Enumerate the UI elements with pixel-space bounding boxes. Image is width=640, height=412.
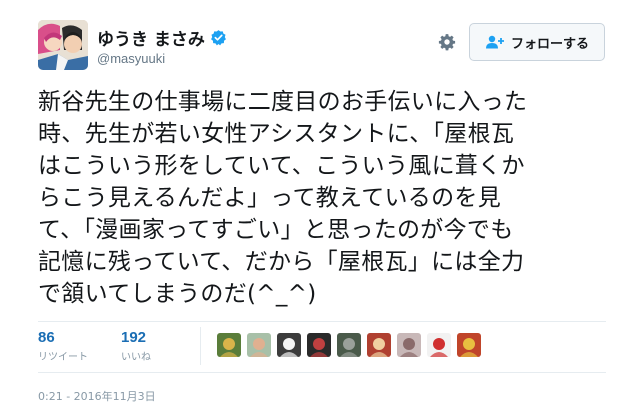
like-stat[interactable]: 192 いいね (121, 329, 151, 363)
retweet-label: リツイート (38, 352, 88, 363)
liker-avatar[interactable] (247, 333, 271, 357)
like-label: いいね (121, 352, 151, 363)
stats-divider-bottom (38, 372, 606, 373)
liker-avatar[interactable] (457, 333, 481, 357)
display-name[interactable]: ゆうき まさみ (97, 25, 227, 50)
tweet-line: て、「漫画家ってすごい」と思ったのが今でも (38, 217, 514, 243)
tweet-line: 記憶に残っていて、だから「屋根瓦」には全力 (38, 249, 525, 275)
stats-separator (200, 327, 201, 365)
follow-button[interactable]: フォローする (469, 23, 605, 61)
follow-person-plus-icon (485, 35, 504, 49)
verified-badge-icon (210, 30, 226, 46)
liker-avatar[interactable] (337, 333, 361, 357)
tweet-line: はこういう形をしていて、こういう風に葺くか (38, 153, 525, 179)
avatar-illustration (38, 20, 88, 70)
follow-button-label: フォローする (510, 36, 589, 52)
tweet-line: らこう見えるんだよ」って教えているのを見 (38, 185, 502, 211)
tweet-timestamp[interactable]: 0:21 - 2016年11月3日 (38, 388, 156, 404)
liker-avatar[interactable] (307, 333, 331, 357)
tweet-line: で頷いてしまうのだ(^_^) (38, 281, 317, 307)
liker-avatar[interactable] (427, 333, 451, 357)
liker-avatar[interactable] (277, 333, 301, 357)
retweet-stat[interactable]: 86 リツイート (38, 329, 88, 363)
liker-avatar[interactable] (367, 333, 391, 357)
user-avatar[interactable] (38, 20, 88, 70)
tweet-text: 新谷先生の仕事場に二度目のお手伝いに入った 時、先生が若い女性アシスタントに、「… (38, 86, 618, 310)
stats-divider-top (38, 321, 606, 322)
liker-avatar[interactable] (217, 333, 241, 357)
tweet-line: 新谷先生の仕事場に二度目のお手伝いに入った (38, 89, 528, 115)
screen-name[interactable]: @masyuuki (97, 51, 165, 66)
gear-icon[interactable] (438, 33, 456, 51)
like-count: 192 (121, 329, 147, 346)
liker-avatar[interactable] (397, 333, 421, 357)
tweet-line: 時、先生が若い女性アシスタントに、「屋根瓦 (38, 121, 515, 147)
liker-avatars (217, 333, 481, 357)
display-name-text: ゆうき まさみ (97, 30, 205, 50)
retweet-count: 86 (38, 329, 55, 346)
